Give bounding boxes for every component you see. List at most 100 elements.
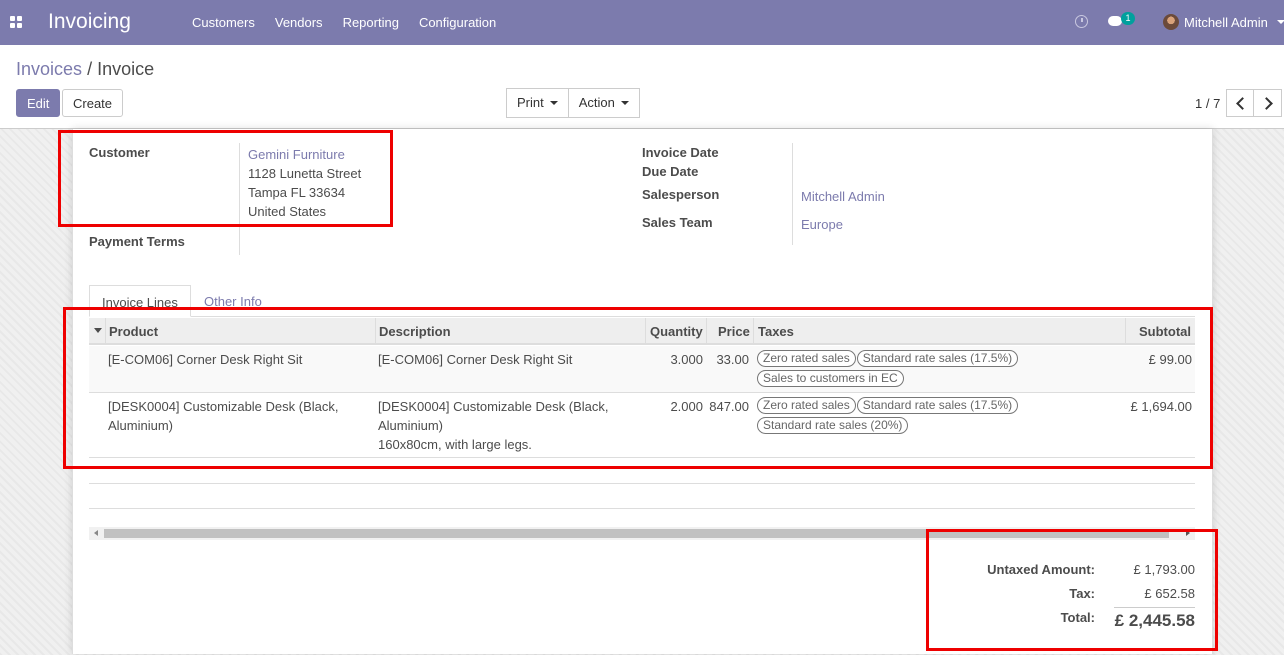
tab-other-info[interactable]: Other Info [204, 294, 262, 309]
row-taxes: Zero rated sales Standard rate sales (17.… [757, 397, 1057, 437]
caret-down-icon [620, 101, 629, 105]
row-quantity: 3.000 [670, 352, 703, 367]
chevron-left-icon [1236, 97, 1249, 110]
table-footer-line [89, 483, 1195, 484]
user-avatar[interactable] [1163, 14, 1179, 30]
breadcrumb: Invoices / Invoice [16, 59, 154, 80]
column-separator [1125, 318, 1126, 344]
menu-configuration[interactable]: Configuration [409, 0, 506, 45]
menu-customers[interactable]: Customers [182, 0, 265, 45]
pager-value[interactable]: 1 / 7 [1195, 96, 1220, 111]
column-separator [105, 318, 106, 344]
customer-name-link[interactable]: Gemini Furniture [248, 147, 345, 162]
row-price: 33.00 [716, 352, 749, 367]
breadcrumb-separator: / [87, 59, 93, 79]
column-description[interactable]: Description [379, 324, 451, 339]
row-description-line: [DESK0004] Customizable Desk (Black, [378, 399, 609, 414]
sales-team-label: Sales Team [642, 215, 713, 230]
menu-reporting[interactable]: Reporting [333, 0, 409, 45]
column-separator [375, 318, 376, 344]
row-description-line: 160x80cm, with large legs. [378, 437, 532, 452]
tax-value: £ 652.58 [1144, 586, 1195, 601]
row-quantity: 2.000 [670, 399, 703, 414]
column-subtotal[interactable]: Subtotal [1139, 324, 1191, 339]
customer-address-city: Tampa FL 33634 [248, 185, 346, 200]
table-row[interactable]: [E-COM06] Corner Desk Right Sit [E-COM06… [89, 346, 1195, 393]
untaxed-amount-label: Untaxed Amount: [987, 562, 1095, 577]
create-button[interactable]: Create [62, 89, 124, 117]
row-product: [E-COM06] Corner Desk Right Sit [108, 352, 303, 367]
breadcrumb-invoices[interactable]: Invoices [16, 59, 82, 79]
row-product-line: Aluminium) [108, 418, 174, 433]
edit-button[interactable]: Edit [16, 89, 61, 117]
row-subtotal: £ 99.00 [1148, 352, 1192, 367]
caret-down-icon[interactable] [94, 328, 102, 333]
table-footer-line [89, 508, 1195, 509]
action-label: Action [578, 95, 615, 110]
caret-down-icon [549, 101, 558, 105]
scroll-left-icon[interactable] [94, 530, 98, 536]
tax-tag: Standard rate sales (17.5%) [856, 397, 1019, 414]
untaxed-amount-value: £ 1,793.00 [1133, 562, 1195, 577]
row-product: [DESK0004] Customizable Desk (Black, Alu… [108, 397, 338, 435]
salesperson-label: Salesperson [642, 187, 720, 202]
tax-tag: Zero rated sales [757, 350, 856, 367]
main-menu: Customers Vendors Reporting Configuratio… [182, 0, 506, 45]
customer-address-street: 1128 Lunetta Street [248, 166, 362, 181]
total-value: £ 2,445.58 [1114, 611, 1195, 630]
pager-previous-button[interactable] [1226, 89, 1254, 117]
horizontal-scrollbar[interactable] [89, 527, 1195, 540]
total-label: Total: [1060, 610, 1095, 625]
row-subtotal: £ 1,694.00 [1130, 399, 1192, 414]
tax-tag: Zero rated sales [757, 397, 856, 414]
column-taxes[interactable]: Taxes [758, 324, 794, 339]
row-price: 847.00 [709, 399, 749, 414]
invoice-date-label: Invoice Date [642, 145, 719, 160]
tab-underline [89, 316, 1195, 317]
action-dropdown[interactable]: Action [568, 88, 640, 118]
top-navbar: Invoicing Customers Vendors Reporting Co… [0, 0, 1284, 45]
menu-vendors[interactable]: Vendors [265, 0, 333, 45]
tax-tag: Sales to customers in EC [757, 370, 904, 387]
tax-label: Tax: [1069, 586, 1095, 601]
apps-grid-icon[interactable] [10, 16, 22, 28]
chat-count-badge: 1 [1121, 12, 1135, 25]
activity-clock-icon[interactable] [1075, 15, 1088, 28]
pager-next-button[interactable] [1254, 89, 1282, 117]
field-separator [239, 143, 240, 255]
chat-bubble-icon[interactable] [1108, 16, 1122, 26]
column-quantity[interactable]: Quantity [650, 324, 703, 339]
tax-tag: Standard rate sales (17.5%) [856, 350, 1019, 367]
column-product[interactable]: Product [109, 324, 158, 339]
row-description: [E-COM06] Corner Desk Right Sit [378, 352, 573, 367]
totals-separator [1114, 607, 1195, 608]
sales-team-link[interactable]: Europe [801, 217, 843, 232]
customer-label: Customer [89, 145, 150, 160]
scrollbar-thumb[interactable] [104, 529, 1169, 538]
row-description-line: Aluminium) [378, 418, 444, 433]
chevron-right-icon [1260, 97, 1273, 110]
print-label: Print [517, 95, 544, 110]
invoice-lines-header: Product Description Quantity Price Taxes… [89, 318, 1195, 345]
tax-tag: Standard rate sales (20%) [757, 417, 909, 434]
row-taxes: Zero rated sales Standard rate sales (17.… [757, 350, 1057, 390]
column-separator [753, 318, 754, 344]
chevron-down-icon[interactable] [1277, 20, 1284, 24]
user-menu[interactable]: Mitchell Admin [1184, 15, 1268, 30]
due-date-label: Due Date [642, 164, 699, 179]
tab-invoice-lines[interactable]: Invoice Lines [89, 285, 191, 317]
salesperson-link[interactable]: Mitchell Admin [801, 189, 885, 204]
row-description: [DESK0004] Customizable Desk (Black, Alu… [378, 397, 608, 454]
field-separator [792, 143, 793, 245]
app-title[interactable]: Invoicing [48, 10, 131, 34]
customer-address-country: United States [248, 204, 327, 219]
row-product-line: [DESK0004] Customizable Desk (Black, [108, 399, 339, 414]
scroll-right-icon[interactable] [1186, 530, 1190, 536]
column-separator [645, 318, 646, 344]
column-separator [706, 318, 707, 344]
print-dropdown[interactable]: Print [506, 88, 569, 118]
column-price[interactable]: Price [718, 324, 750, 339]
payment-terms-label: Payment Terms [89, 234, 185, 249]
table-row[interactable]: [DESK0004] Customizable Desk (Black, Alu… [89, 393, 1195, 458]
breadcrumb-invoice: Invoice [97, 59, 155, 79]
